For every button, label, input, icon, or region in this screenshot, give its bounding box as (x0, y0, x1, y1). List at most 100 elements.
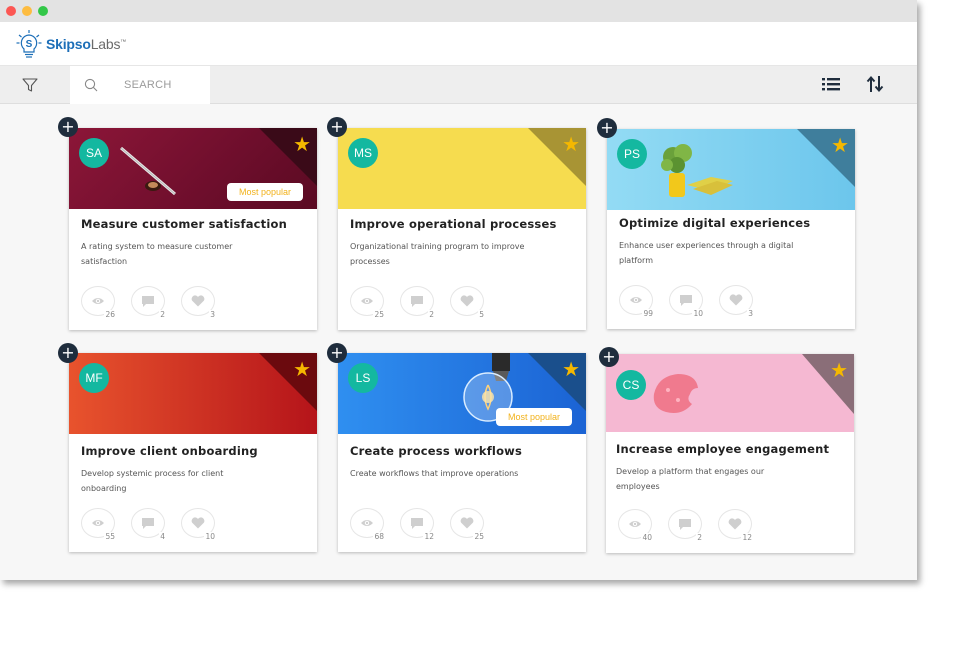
comment-icon (142, 295, 154, 307)
comment-icon (680, 294, 692, 306)
sort-icon (866, 75, 884, 93)
add-button[interactable]: + (597, 118, 617, 138)
maximize-window-button[interactable] (38, 6, 48, 16)
views-count: 26 (104, 310, 116, 319)
views-count: 68 (373, 532, 385, 541)
heart-icon (728, 518, 742, 530)
card-title[interactable]: Improve client onboarding (81, 444, 305, 458)
eye-icon (361, 520, 373, 526)
star-icon[interactable]: ★ (831, 135, 849, 155)
card-title[interactable]: Measure customer satisfaction (81, 217, 305, 231)
app-header: S SkipsoLabs™ (0, 22, 917, 66)
card-stats: 99 10 3 (619, 285, 769, 318)
list-view-button[interactable] (822, 76, 842, 94)
toolbar: SEARCH (0, 66, 917, 104)
search-input[interactable]: SEARCH (70, 66, 210, 104)
minimize-window-button[interactable] (22, 6, 32, 16)
likes-count: 10 (204, 532, 216, 541)
heart-icon (191, 295, 205, 307)
likes-stat[interactable]: 3 (719, 285, 754, 318)
views-count: 99 (642, 309, 654, 318)
likes-stat[interactable]: 12 (718, 509, 753, 542)
sort-button[interactable] (866, 75, 886, 95)
comments-stat[interactable]: 10 (669, 285, 704, 318)
brand-logo[interactable]: S SkipsoLabs™ (16, 29, 126, 59)
card-banner: ★ SA Most popular (69, 128, 317, 209)
card-stats: 68 12 25 (350, 508, 500, 541)
card-description: Develop systemic process for client onbo… (81, 469, 224, 493)
card-banner: ★ CS (606, 354, 854, 432)
comments-count: 10 (692, 309, 704, 318)
search-icon (84, 78, 98, 92)
challenge-card[interactable]: ★ LS Most popular Create process workflo… (338, 353, 586, 552)
eye-icon (629, 521, 641, 527)
comment-icon (411, 517, 423, 529)
comments-count: 12 (423, 532, 435, 541)
add-button[interactable]: + (599, 347, 619, 367)
comments-stat[interactable]: 2 (400, 286, 435, 319)
card-description: Develop a platform that engages our empl… (616, 467, 765, 491)
card-title[interactable]: Create process workflows (350, 444, 574, 458)
views-stat: 25 (350, 286, 385, 319)
filter-button[interactable] (0, 66, 60, 104)
heart-icon (460, 517, 474, 529)
views-stat: 55 (81, 508, 116, 541)
list-view-icon (822, 78, 840, 91)
comments-stat[interactable]: 2 (668, 509, 703, 542)
card-title[interactable]: Improve operational processes (350, 217, 574, 231)
views-stat: 40 (618, 509, 653, 542)
comment-icon (411, 295, 423, 307)
challenge-card[interactable]: ★ CS Increase employee engagement Develo… (606, 354, 854, 553)
comments-count: 2 (696, 533, 703, 542)
card-description: Organizational training program to impro… (350, 242, 525, 266)
close-window-button[interactable] (6, 6, 16, 16)
comments-stat[interactable]: 2 (131, 286, 166, 319)
comments-count: 2 (428, 310, 435, 319)
add-button[interactable]: + (58, 117, 78, 137)
heart-icon (729, 294, 743, 306)
comment-icon (142, 517, 154, 529)
card-description: Create workflows that improve operations (350, 469, 519, 478)
add-button[interactable]: + (327, 117, 347, 137)
add-button[interactable]: + (58, 343, 78, 363)
lightbulb-logo-icon: S (16, 30, 42, 58)
card-description: Enhance user experiences through a digit… (619, 241, 794, 265)
likes-count: 3 (747, 309, 754, 318)
svg-text:S: S (26, 39, 33, 50)
star-icon[interactable]: ★ (293, 134, 311, 154)
likes-stat[interactable]: 25 (450, 508, 485, 541)
card-banner: ★ MF (69, 353, 317, 434)
brand-name: SkipsoLabs™ (46, 36, 127, 52)
comments-count: 4 (159, 532, 166, 541)
card-stats: 55 4 10 (81, 508, 231, 541)
card-title[interactable]: Optimize digital experiences (619, 216, 843, 230)
likes-stat[interactable]: 3 (181, 286, 216, 319)
challenge-card[interactable]: ★ MF Improve client onboarding Develop s… (69, 353, 317, 552)
likes-count: 3 (209, 310, 216, 319)
challenge-card[interactable]: ★ SA Most popular Measure customer satis… (69, 128, 317, 330)
card-banner: ★ MS (338, 128, 586, 209)
challenge-card[interactable]: ★ PS Optimize digital experiences Enhanc… (607, 129, 855, 329)
add-button[interactable]: + (327, 343, 347, 363)
star-icon[interactable]: ★ (830, 360, 848, 380)
avatar: LS (348, 363, 378, 393)
likes-stat[interactable]: 10 (181, 508, 216, 541)
comments-stat[interactable]: 12 (400, 508, 435, 541)
star-icon[interactable]: ★ (562, 359, 580, 379)
card-stats: 25 2 5 (350, 286, 500, 319)
star-icon[interactable]: ★ (293, 359, 311, 379)
challenge-card[interactable]: ★ MS Improve operational processes Organ… (338, 128, 586, 330)
card-title[interactable]: Increase employee engagement (616, 442, 842, 456)
views-count: 40 (641, 533, 653, 542)
likes-stat[interactable]: 5 (450, 286, 485, 319)
avatar: SA (79, 138, 109, 168)
views-stat: 68 (350, 508, 385, 541)
likes-count: 25 (473, 532, 485, 541)
avatar: PS (617, 139, 647, 169)
avatar: CS (616, 370, 646, 400)
comments-stat[interactable]: 4 (131, 508, 166, 541)
heart-icon (460, 295, 474, 307)
star-icon[interactable]: ★ (562, 134, 580, 154)
most-popular-badge: Most popular (495, 408, 572, 426)
comments-count: 2 (159, 310, 166, 319)
